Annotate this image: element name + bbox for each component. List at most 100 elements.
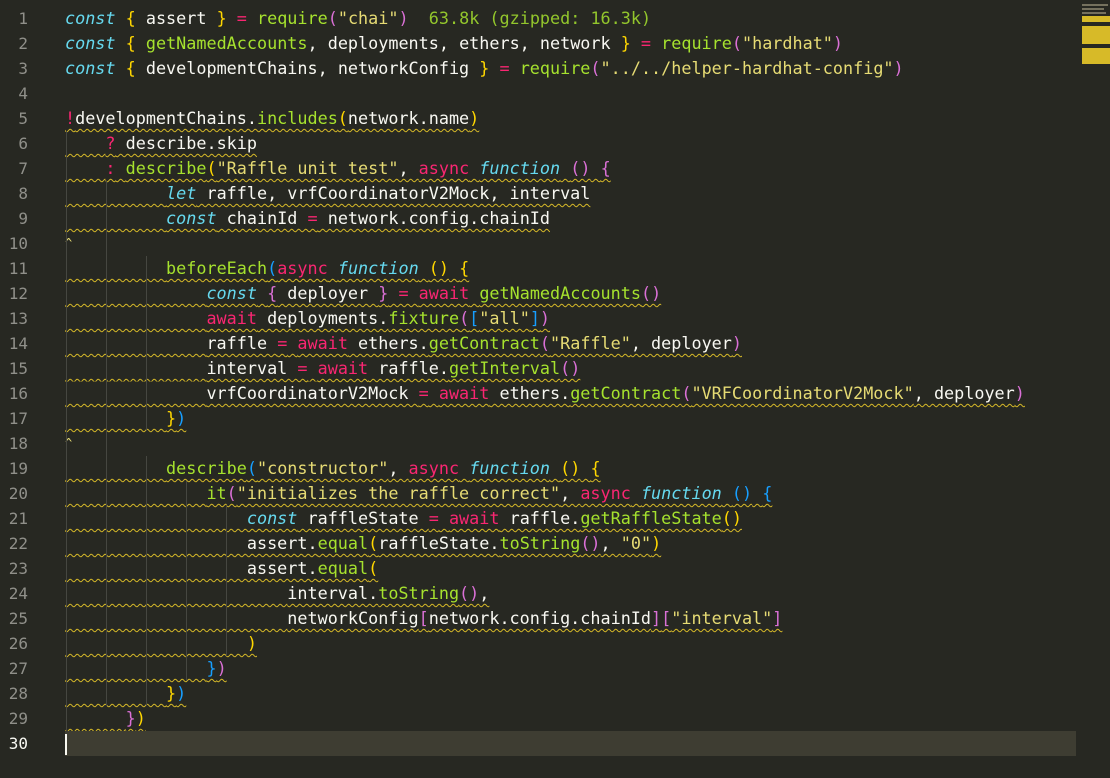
code-token: await: [297, 333, 348, 353]
code-line[interactable]: 7 : describe("Raffle unit test", async f…: [0, 156, 1110, 181]
code-text[interactable]: const { assert } = require("chai") 63.8k…: [65, 6, 651, 31]
code-text[interactable]: : describe("Raffle unit test", async fun…: [65, 156, 610, 181]
code-token: (: [206, 158, 217, 178]
code-line[interactable]: 27 }): [0, 656, 1110, 681]
code-text[interactable]: }): [65, 681, 186, 706]
code-token: toString: [378, 583, 460, 603]
code-line[interactable]: 8 let raffle, vrfCoordinatorV2Mock, inte…: [0, 181, 1110, 206]
line-number[interactable]: 26: [0, 631, 28, 656]
code-line[interactable]: 11 beforeEach(async function () {: [0, 256, 1110, 281]
line-number[interactable]: 1: [0, 6, 28, 31]
line-number[interactable]: 20: [0, 481, 28, 506]
code-text[interactable]: const chainId = network.config.chainId: [65, 206, 550, 231]
code-text[interactable]: }): [65, 706, 146, 731]
line-number[interactable]: 15: [0, 356, 28, 381]
code-line[interactable]: 18 ^: [0, 431, 1110, 456]
line-number[interactable]: 8: [0, 181, 28, 206]
line-number[interactable]: 29: [0, 706, 28, 731]
line-number[interactable]: 30: [0, 731, 28, 756]
code-text[interactable]: let raffle, vrfCoordinatorV2Mock, interv…: [65, 181, 590, 206]
code-token: equal: [317, 533, 369, 553]
code-text[interactable]: ): [65, 631, 257, 656]
code-text[interactable]: vrfCoordinatorV2Mock = await ethers.getC…: [65, 381, 1024, 406]
line-number[interactable]: 6: [0, 131, 28, 156]
line-number[interactable]: 12: [0, 281, 28, 306]
code-line[interactable]: 29 }): [0, 706, 1110, 731]
code-text[interactable]: assert.equal(raffleState.toString(), "0"…: [65, 531, 661, 556]
line-number[interactable]: 24: [0, 581, 28, 606]
code-text[interactable]: interval.toString(),: [65, 581, 489, 606]
code-text[interactable]: networkConfig[network.config.chainId]["i…: [65, 606, 782, 631]
code-text[interactable]: raffle = await ethers.getContract("Raffl…: [65, 331, 742, 356]
code-line[interactable]: 24 interval.toString(),: [0, 581, 1110, 606]
code-line[interactable]: 2 const { getNamedAccounts, deployments, …: [0, 31, 1110, 56]
code-text[interactable]: ? describe.skip: [65, 131, 257, 156]
code-line[interactable]: 23 assert.equal(: [0, 556, 1110, 581]
line-number[interactable]: 14: [0, 331, 28, 356]
text-cursor: [65, 734, 67, 755]
code-line[interactable]: 25 networkConfig[network.config.chainId]…: [0, 606, 1110, 631]
line-number[interactable]: 27: [0, 656, 28, 681]
code-line[interactable]: 16 vrfCoordinatorV2Mock = await ethers.g…: [0, 381, 1110, 406]
line-number[interactable]: 13: [0, 306, 28, 331]
code-line[interactable]: 17 }): [0, 406, 1110, 431]
code-text[interactable]: await deployments.fixture(["all"]): [65, 306, 550, 331]
code-line[interactable]: 28 }): [0, 681, 1110, 706]
code-line[interactable]: 9 const chainId = network.config.chainId: [0, 206, 1110, 231]
line-number[interactable]: 2: [0, 31, 28, 56]
code-token: =: [277, 333, 288, 353]
line-number[interactable]: 19: [0, 456, 28, 481]
line-number[interactable]: 10: [0, 231, 28, 256]
minimap[interactable]: [1082, 4, 1110, 68]
code-line[interactable]: 19 describe("constructor", async functio…: [0, 456, 1110, 481]
code-editor[interactable]: 1 const { assert } = require("chai") 63.8…: [0, 0, 1110, 778]
code-text[interactable]: interval = await raffle.getInterval(): [65, 356, 580, 381]
line-number[interactable]: 21: [0, 506, 28, 531]
code-line[interactable]: 12 const { deployer } = await getNamedAc…: [0, 281, 1110, 306]
code-line[interactable]: 15 interval = await raffle.getInterval(): [0, 356, 1110, 381]
code-text[interactable]: const { developmentChains, networkConfig…: [65, 56, 904, 81]
code-text[interactable]: const { deployer } = await getNamedAccou…: [65, 281, 661, 306]
code-line[interactable]: 26 ): [0, 631, 1110, 656]
line-number[interactable]: 23: [0, 556, 28, 581]
code-token: const: [65, 33, 116, 53]
code-line[interactable]: 3 const { developmentChains, networkConfi…: [0, 56, 1110, 81]
line-number[interactable]: 17: [0, 406, 28, 431]
line-number[interactable]: 11: [0, 256, 28, 281]
code-line[interactable]: 21 const raffleState = await raffle.getR…: [0, 506, 1110, 531]
code-text[interactable]: const { getNamedAccounts, deployments, e…: [65, 31, 843, 56]
line-number[interactable]: 5: [0, 106, 28, 131]
line-number[interactable]: 7: [0, 156, 28, 181]
code-token: (: [267, 258, 278, 278]
code-line[interactable]: 5 !developmentChains.includes(network.nam…: [0, 106, 1110, 131]
code-text[interactable]: !developmentChains.includes(network.name…: [65, 106, 479, 131]
code-line[interactable]: 14 raffle = await ethers.getContract("Ra…: [0, 331, 1110, 356]
line-number[interactable]: 3: [0, 56, 28, 81]
code-text[interactable]: it("initializes the raffle correct", asy…: [65, 481, 772, 506]
code-text[interactable]: assert.equal(: [65, 556, 378, 581]
code-line[interactable]: 1 const { assert } = require("chai") 63.8…: [0, 6, 1110, 31]
code-text[interactable]: }): [65, 406, 186, 431]
code-line[interactable]: 20 it("initializes the raffle correct", …: [0, 481, 1110, 506]
line-number[interactable]: 25: [0, 606, 28, 631]
code-line[interactable]: 30: [0, 731, 1110, 756]
code-line[interactable]: 10 ^: [0, 231, 1110, 256]
code-text[interactable]: beforeEach(async function () {: [65, 256, 469, 281]
line-number[interactable]: 16: [0, 381, 28, 406]
code-line[interactable]: 6 ? describe.skip: [0, 131, 1110, 156]
code-line[interactable]: 22 assert.equal(raffleState.toString(), …: [0, 531, 1110, 556]
code-line[interactable]: 13 await deployments.fixture(["all"]): [0, 306, 1110, 331]
line-number[interactable]: 22: [0, 531, 28, 556]
line-number[interactable]: 4: [0, 81, 28, 106]
code-text[interactable]: const raffleState = await raffle.getRaff…: [65, 506, 742, 531]
code-line[interactable]: 4: [0, 81, 1110, 106]
indent-guide: [106, 181, 107, 706]
line-number[interactable]: 18: [0, 431, 28, 456]
line-number[interactable]: 28: [0, 681, 28, 706]
line-number[interactable]: 9: [0, 206, 28, 231]
